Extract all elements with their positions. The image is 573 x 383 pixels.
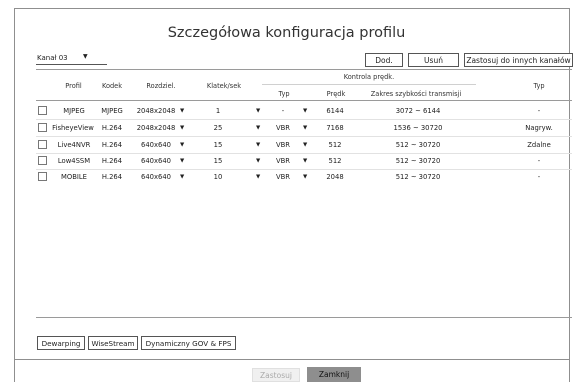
table-header-top-line bbox=[36, 69, 572, 70]
rate-type-dropdown-icon[interactable]: ▼ bbox=[303, 108, 307, 114]
row-divider bbox=[36, 153, 572, 154]
row-divider bbox=[36, 169, 572, 170]
bitrate-range-value: 512 ~ 30720 bbox=[395, 141, 441, 149]
fps-value[interactable]: 15 bbox=[210, 141, 226, 149]
fps-dropdown-icon[interactable]: ▼ bbox=[256, 108, 260, 114]
rate-type-value[interactable]: VBR bbox=[274, 141, 292, 149]
resolution-dropdown-icon[interactable]: ▼ bbox=[180, 108, 184, 114]
profile-name: Low4SSM bbox=[57, 157, 91, 165]
row-checkbox[interactable] bbox=[38, 106, 47, 115]
resolution-value[interactable]: 640x640 bbox=[132, 173, 180, 181]
apply-button[interactable]: Zastosuj bbox=[252, 368, 300, 382]
rate-type-value[interactable]: VBR bbox=[274, 173, 292, 181]
channel-select-underline bbox=[36, 64, 107, 65]
wisestream-button[interactable]: WiseStream bbox=[88, 336, 138, 350]
chevron-down-icon: ▼ bbox=[83, 53, 88, 60]
speed-value[interactable]: 2048 bbox=[320, 173, 350, 181]
row-checkbox[interactable] bbox=[38, 140, 47, 149]
resolution-value[interactable]: 2048x2048 bbox=[132, 124, 180, 132]
codec-value: MJPEG bbox=[101, 107, 123, 115]
column-header-type: Typ bbox=[278, 90, 290, 98]
profile-name: MJPEG bbox=[63, 107, 85, 115]
fps-dropdown-icon[interactable]: ▼ bbox=[256, 174, 260, 180]
rate-type-value[interactable]: VBR bbox=[274, 157, 292, 165]
channel-value: Kanał 03 bbox=[37, 54, 68, 62]
bitrate-range-value: 512 ~ 30720 bbox=[395, 157, 441, 165]
column-header-rate-control: Kontrola prędk. bbox=[343, 73, 395, 81]
column-header-codec: Kodek bbox=[101, 82, 123, 90]
rate-type-dropdown-icon[interactable]: ▼ bbox=[303, 158, 307, 164]
speed-value[interactable]: 512 bbox=[320, 157, 350, 165]
fps-value[interactable]: 15 bbox=[210, 157, 226, 165]
rate-type-value[interactable]: VBR bbox=[274, 124, 292, 132]
dynamic-gov-fps-button[interactable]: Dynamiczny GOV & FPS bbox=[141, 336, 236, 350]
type2-value: Nagryw. bbox=[525, 124, 553, 132]
type2-value: - bbox=[537, 157, 541, 165]
codec-value: H.264 bbox=[101, 173, 123, 181]
column-header-resolution: Rozdziel. bbox=[146, 82, 176, 90]
channel-select[interactable]: Kanał 03 ▼ bbox=[37, 53, 88, 62]
codec-value: H.264 bbox=[101, 141, 123, 149]
codec-value: H.264 bbox=[101, 157, 123, 165]
fps-value[interactable]: 1 bbox=[210, 107, 226, 115]
resolution-dropdown-icon[interactable]: ▼ bbox=[180, 174, 184, 180]
bitrate-range-value: 1536 ~ 30720 bbox=[393, 124, 443, 132]
speed-value[interactable]: 512 bbox=[320, 141, 350, 149]
resolution-value[interactable]: 640x640 bbox=[132, 141, 180, 149]
table-header-bottom-line bbox=[36, 100, 572, 101]
profile-name: Live4NVR bbox=[57, 141, 91, 149]
fps-value[interactable]: 10 bbox=[210, 173, 226, 181]
type2-value: Zdalne bbox=[527, 141, 551, 149]
row-checkbox[interactable] bbox=[38, 156, 47, 165]
fps-dropdown-icon[interactable]: ▼ bbox=[256, 125, 260, 131]
row-divider bbox=[36, 136, 572, 137]
remove-button[interactable]: Usuń bbox=[408, 53, 459, 67]
row-checkbox[interactable] bbox=[38, 172, 47, 181]
column-header-bitrate-range: Zakres szybkości transmisji bbox=[370, 90, 462, 98]
rate-type-dropdown-icon[interactable]: ▼ bbox=[303, 142, 307, 148]
resolution-dropdown-icon[interactable]: ▼ bbox=[180, 158, 184, 164]
column-header-profile: Profil bbox=[65, 82, 82, 90]
bitrate-range-value: 3072 ~ 6144 bbox=[395, 107, 441, 115]
codec-value: H.264 bbox=[101, 124, 123, 132]
type2-value: - bbox=[537, 107, 541, 115]
column-header-fps: Klatek/sek bbox=[206, 82, 242, 90]
profile-name: FisheyeView bbox=[52, 124, 94, 132]
rate-control-divider bbox=[262, 84, 476, 85]
resolution-dropdown-icon[interactable]: ▼ bbox=[180, 125, 184, 131]
fps-dropdown-icon[interactable]: ▼ bbox=[256, 142, 260, 148]
column-header-type2: Typ bbox=[533, 82, 545, 90]
footer-divider bbox=[14, 359, 570, 360]
rate-type-value[interactable]: - bbox=[274, 107, 292, 115]
fps-dropdown-icon[interactable]: ▼ bbox=[256, 158, 260, 164]
dewarping-button[interactable]: Dewarping bbox=[37, 336, 85, 350]
close-button[interactable]: Zamknij bbox=[307, 367, 361, 382]
profile-name: MOBILE bbox=[61, 173, 87, 181]
type2-value: - bbox=[537, 173, 541, 181]
fps-value[interactable]: 25 bbox=[210, 124, 226, 132]
table-bottom-line bbox=[36, 317, 572, 318]
resolution-dropdown-icon[interactable]: ▼ bbox=[180, 142, 184, 148]
rate-type-dropdown-icon[interactable]: ▼ bbox=[303, 174, 307, 180]
add-button[interactable]: Dod. bbox=[365, 53, 403, 67]
resolution-value[interactable]: 640x640 bbox=[132, 157, 180, 165]
bitrate-range-value: 512 ~ 30720 bbox=[395, 173, 441, 181]
resolution-value[interactable]: 2048x2048 bbox=[132, 107, 180, 115]
column-header-speed: Prędk bbox=[326, 90, 346, 98]
rate-type-dropdown-icon[interactable]: ▼ bbox=[303, 125, 307, 131]
apply-to-other-channels-button[interactable]: Zastosuj do innych kanałów bbox=[464, 53, 573, 67]
speed-value[interactable]: 7168 bbox=[320, 124, 350, 132]
row-divider bbox=[36, 119, 572, 120]
dialog-title: Szczegółowa konfiguracja profilu bbox=[167, 25, 406, 41]
speed-value[interactable]: 6144 bbox=[320, 107, 350, 115]
row-checkbox[interactable] bbox=[38, 123, 47, 132]
